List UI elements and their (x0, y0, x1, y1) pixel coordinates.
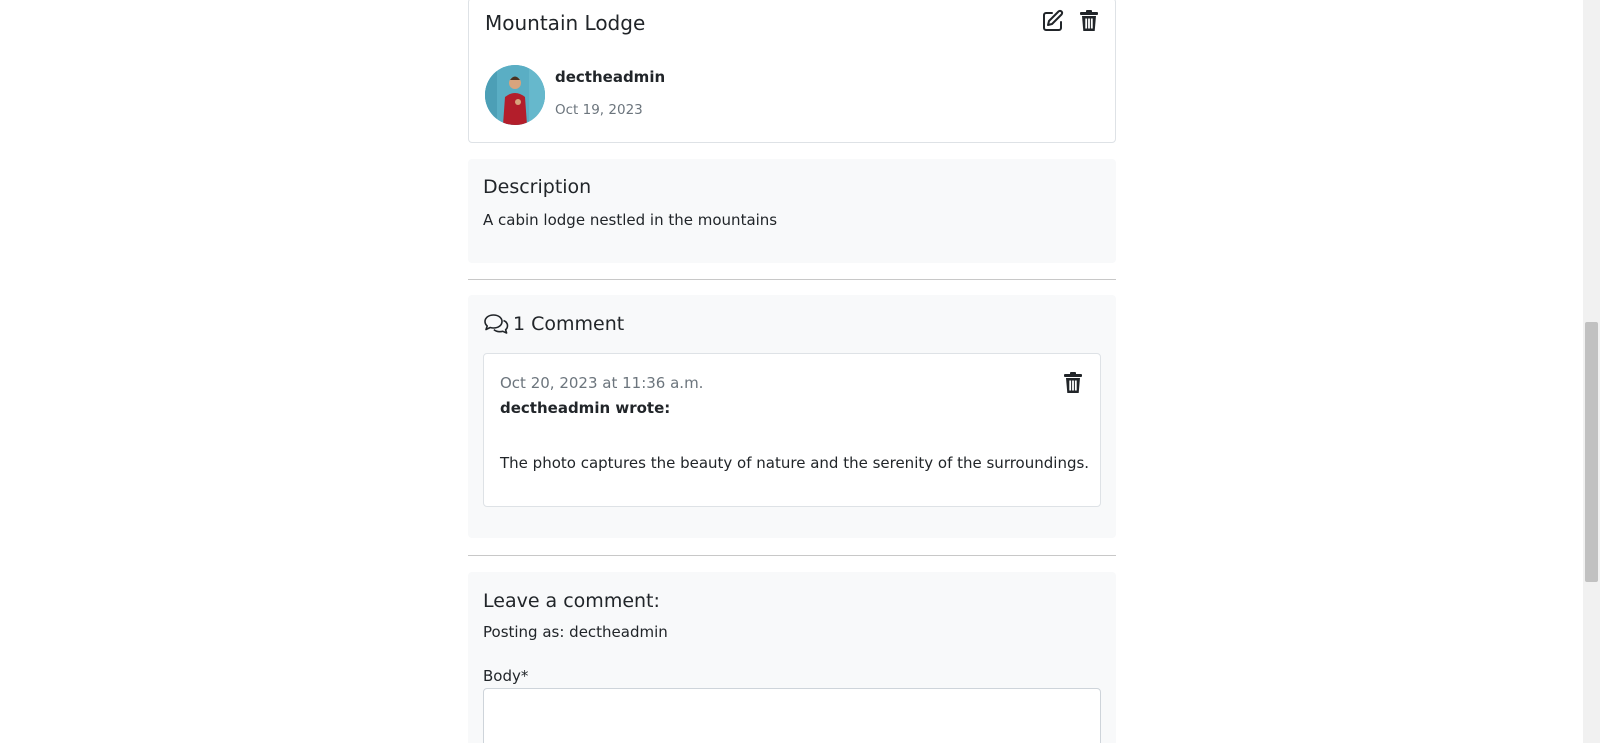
posting-as-label: Posting as: dectheadmin (483, 623, 668, 641)
scrollbar-thumb[interactable] (1585, 322, 1598, 582)
avatar (485, 65, 545, 125)
comment-form: Leave a comment: Posting as: dectheadmin… (468, 572, 1116, 743)
body-label: Body* (483, 667, 529, 685)
post-actions (1041, 9, 1101, 33)
comments-count: 1 Comment (513, 313, 625, 335)
comments-header: 1 Comment (483, 313, 624, 335)
divider (468, 555, 1116, 556)
description-heading: Description (483, 176, 592, 198)
trash-icon[interactable] (1061, 371, 1085, 395)
trash-icon[interactable] (1077, 9, 1101, 33)
description-text: A cabin lodge nestled in the mountains (483, 211, 778, 229)
avatar-image (485, 65, 545, 125)
comment-body-textarea[interactable] (483, 688, 1101, 743)
comment-body: The photo captures the beauty of nature … (500, 454, 1090, 472)
divider (468, 279, 1116, 280)
comment-date: Oct 20, 2023 at 11:36 a.m. (500, 374, 704, 392)
description-section: Description A cabin lodge nestled in the… (468, 159, 1116, 263)
comments-icon (484, 314, 509, 334)
post-header-card: Mountain Lodge dectheadmin Oct 19, 2023 (468, 0, 1116, 143)
post-title: Mountain Lodge (485, 11, 646, 35)
comment-card: Oct 20, 2023 at 11:36 a.m. dectheadmin w… (483, 353, 1101, 507)
edit-icon[interactable] (1041, 9, 1065, 33)
comment-author: dectheadmin wrote: (500, 399, 671, 417)
comment-delete-button[interactable] (1061, 371, 1085, 395)
post-date: Oct 19, 2023 (555, 102, 643, 118)
comment-form-heading: Leave a comment: (483, 590, 660, 612)
post-author: dectheadmin (555, 68, 666, 86)
scrollbar[interactable] (1583, 0, 1600, 743)
comments-section: 1 Comment Oct 20, 2023 at 11:36 a.m. dec… (468, 295, 1116, 538)
